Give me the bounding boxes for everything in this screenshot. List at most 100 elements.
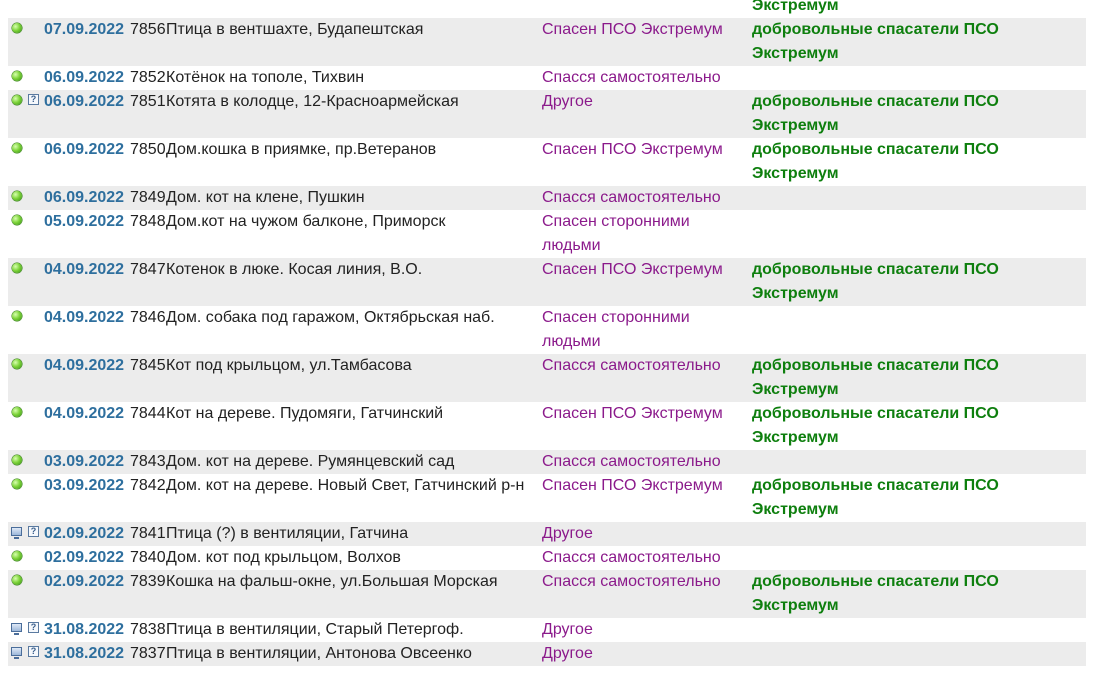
row-icons <box>8 402 44 426</box>
table-row: ? 31.08.2022 7838 Птица в вентиляции, Стары… <box>8 618 1086 642</box>
incident-number: 7846 <box>130 309 166 326</box>
row-icons <box>8 138 44 162</box>
monitor-icon <box>11 623 22 635</box>
incident-number: 7843 <box>130 453 166 470</box>
question-doc-icon[interactable]: ? <box>28 526 39 537</box>
status-ball-icon <box>12 311 22 321</box>
incident-date-link[interactable]: 02.09.2022 <box>44 570 130 594</box>
status-ball-icon <box>12 143 22 153</box>
incident-title: Дом. кот на клене, Пушкин <box>166 189 365 206</box>
monitor-icon <box>11 647 22 659</box>
incident-status: Спасся самостоятельно <box>542 357 721 374</box>
table-row: ? 06.09.2022 7851 Котята в колодце, 12-Крас… <box>8 90 1086 138</box>
incident-date-link[interactable]: 05.09.2022 <box>44 210 130 234</box>
table-row: 05.09.2022 7848 Дом.кот на чужом балконе, … <box>8 210 1086 258</box>
incident-number: 7844 <box>130 405 166 422</box>
table-row: 04.09.2022 7847 Котенок в люке. Косая лини… <box>8 258 1086 306</box>
table-row: 04.09.2022 7844 Кот на дереве. Пудомяги, Г… <box>8 402 1086 450</box>
rescuer-organization: добровольные спасатели ПСО Экстремум <box>752 141 999 182</box>
question-doc-icon[interactable]: ? <box>28 622 39 633</box>
incident-date-link[interactable]: 03.09.2022 <box>44 474 130 498</box>
incident-number: 7840 <box>130 549 166 566</box>
incident-status: Другое <box>542 645 593 662</box>
incident-title: Дом.кот на чужом балконе, Приморск <box>166 213 446 230</box>
incident-number: 7839 <box>130 573 166 590</box>
incident-date-link[interactable]: 31.08.2022 <box>44 618 130 642</box>
rescuer-organization: Экстремум <box>752 0 839 14</box>
question-doc-icon[interactable]: ? <box>28 646 39 657</box>
incident-title: Дом. кот на дереве. Новый Свет, Гатчинск… <box>166 477 525 494</box>
incident-date-link[interactable]: 02.09.2022 <box>44 546 130 570</box>
row-icons: ? <box>8 522 44 546</box>
incident-title: Птица (?) в вентиляции, Гатчина <box>166 525 409 542</box>
incident-title: Дом. кот на дереве. Румянцевский сад <box>166 453 455 470</box>
rescuer-organization: добровольные спасатели ПСО Экстремум <box>752 477 999 518</box>
incident-title: Кошка на фальш-окне, ул.Большая Морская <box>166 573 498 590</box>
row-icons <box>8 0 44 18</box>
incident-status: Спасся самостоятельно <box>542 69 721 86</box>
table-row: 02.09.2022 7839 Кошка на фальш-окне, ул.Бо… <box>8 570 1086 618</box>
incident-number: 7852 <box>130 69 166 86</box>
rescuer-organization: добровольные спасатели ПСО Экстремум <box>752 261 999 302</box>
table-row: ? 02.09.2022 7841 Птица (?) в вентиляции, Г… <box>8 522 1086 546</box>
incident-status: Спасен ПСО Экстремум <box>542 477 723 494</box>
incident-number: 7837 <box>130 645 166 662</box>
table-row: 04.09.2022 7846 Дом. собака под гаражом, О… <box>8 306 1086 354</box>
incident-date-link[interactable]: 06.09.2022 <box>44 90 130 114</box>
row-icons <box>8 450 44 474</box>
table-row: 06.09.2022 7849 Дом. кот на клене, Пушкин С… <box>8 186 1086 210</box>
incident-number: 7847 <box>130 261 166 278</box>
question-doc-icon[interactable]: ? <box>28 94 39 105</box>
incident-date-link[interactable]: 04.09.2022 <box>44 354 130 378</box>
incident-date-link[interactable]: 06.09.2022 <box>44 138 130 162</box>
incident-title: Кот под крыльцом, ул.Тамбасова <box>166 357 412 374</box>
status-ball-icon <box>12 575 22 585</box>
row-icons <box>8 306 44 330</box>
incident-number: 7850 <box>130 141 166 158</box>
status-ball-icon <box>12 95 22 105</box>
incident-title: Котенок в люке. Косая линия, В.О. <box>166 261 423 278</box>
row-icons <box>8 546 44 570</box>
incident-date-link[interactable]: 06.09.2022 <box>44 66 130 90</box>
incident-status: Другое <box>542 93 593 110</box>
incident-date-link[interactable]: 03.09.2022 <box>44 450 130 474</box>
incident-title: Котёнок на тополе, Тихвин <box>166 69 365 86</box>
row-icons <box>8 210 44 234</box>
incident-title: Дом.кошка в приямке, пр.Ветеранов <box>166 141 437 158</box>
status-ball-icon <box>12 263 22 273</box>
incident-number: 7849 <box>130 189 166 206</box>
status-ball-icon <box>12 23 22 33</box>
table-row: 03.09.2022 7843 Дом. кот на дереве. Румянц… <box>8 450 1086 474</box>
incident-date-link[interactable]: 04.09.2022 <box>44 258 130 282</box>
row-icons <box>8 18 44 42</box>
status-ball-icon <box>12 551 22 561</box>
incident-date-link[interactable]: 04.09.2022 <box>44 306 130 330</box>
monitor-icon <box>11 527 22 539</box>
incident-status: Спасен ПСО Экстремум <box>542 21 723 38</box>
rescuer-organization: добровольные спасатели ПСО Экстремум <box>752 21 999 62</box>
row-icons <box>8 258 44 282</box>
incident-date-link[interactable]: 06.09.2022 <box>44 186 130 210</box>
incident-date-link[interactable]: 31.08.2022 <box>44 642 130 666</box>
incident-title: Кот на дереве. Пудомяги, Гатчинский <box>166 405 444 422</box>
rescuer-organization: добровольные спасатели ПСО Экстремум <box>752 573 999 614</box>
status-ball-icon <box>12 455 22 465</box>
incident-number: 7848 <box>130 213 166 230</box>
incident-date-link[interactable]: 02.09.2022 <box>44 522 130 546</box>
status-ball-icon <box>12 215 22 225</box>
row-icons <box>8 354 44 378</box>
rescuer-organization: добровольные спасатели ПСО Экстремум <box>752 405 999 446</box>
status-ball-icon <box>12 407 22 417</box>
row-icons <box>8 66 44 90</box>
incident-date-link[interactable]: 07.09.2022 <box>44 18 130 42</box>
incident-number: 7841 <box>130 525 166 542</box>
table-row: 06.09.2022 7852 Котёнок на тополе, Тихвин С… <box>8 66 1086 90</box>
status-ball-icon <box>12 359 22 369</box>
status-ball-icon <box>12 71 22 81</box>
rescuer-organization: добровольные спасатели ПСО Экстремум <box>752 357 999 398</box>
table-row: 03.09.2022 7842 Дом. кот на дереве. Новый … <box>8 474 1086 522</box>
incident-date-link[interactable]: 04.09.2022 <box>44 402 130 426</box>
incident-status: Спасен сторонними людьми <box>542 309 690 350</box>
table-row: 02.09.2022 7840 Дом. кот под крыльцом, Вол… <box>8 546 1086 570</box>
row-icons <box>8 474 44 498</box>
